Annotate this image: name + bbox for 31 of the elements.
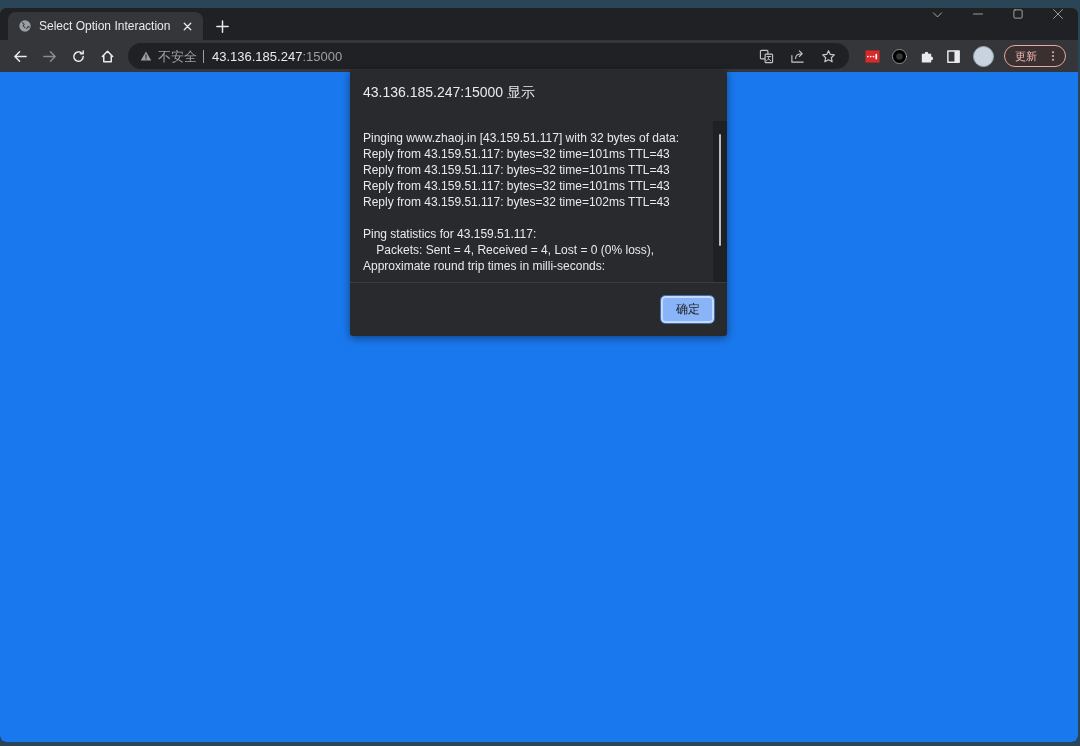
password-extension-icon[interactable] — [865, 48, 880, 64]
warning-icon — [140, 50, 152, 62]
translate-icon[interactable] — [759, 48, 774, 64]
message-line: Ping statistics for 43.159.51.117: — [363, 226, 537, 242]
message-line: Reply from 43.159.51.117: bytes=32 time=101ms TTL=43 — [363, 162, 670, 178]
reload-icon[interactable] — [71, 48, 86, 64]
message-line: Packets: Sent = 4, Received = 4, Lost = 0 (0% loss), — [375, 242, 655, 258]
close-icon[interactable] — [1052, 8, 1064, 20]
browser-tab[interactable]: Select Option Interaction — [8, 12, 203, 40]
address-bar[interactable]: 不安全 43.136.185.247:15000 — [128, 43, 849, 69]
message-line: Pinging www.zhaoj.in [43.159.51.117] with 32 bytes of data: — [363, 130, 679, 146]
dialog-title: 43.136.185.247:15000 显示 — [362, 83, 537, 102]
maximize-icon[interactable] — [1012, 8, 1024, 20]
security-label: 不安全 — [158, 49, 204, 63]
scrollbar-thumb[interactable] — [719, 134, 721, 246]
message-line: Reply from 43.159.51.117: bytes=32 time=102ms TTL=43 — [363, 194, 670, 210]
ring-extension-icon[interactable] — [892, 48, 907, 64]
profile-avatar[interactable] — [973, 45, 994, 67]
share-icon[interactable] — [790, 48, 805, 64]
new-tab-icon[interactable] — [215, 19, 230, 34]
globe-icon — [18, 19, 32, 33]
back-icon[interactable] — [13, 48, 28, 64]
side-panel-icon[interactable] — [946, 48, 961, 64]
update-button[interactable]: 更新 — [1004, 45, 1066, 67]
star-icon[interactable] — [821, 48, 836, 64]
message-line: Approximate round trip times in milli-seconds: — [363, 258, 606, 274]
url-text: 43.136.185.247:15000 — [211, 48, 343, 64]
ok-button[interactable]: 确定 — [661, 296, 714, 323]
home-icon[interactable] — [100, 48, 115, 64]
message-line: Reply from 43.159.51.117: bytes=32 time=101ms TTL=43 — [363, 178, 670, 194]
message-line: Reply from 43.159.51.117: bytes=32 time=101ms TTL=43 — [363, 146, 670, 162]
